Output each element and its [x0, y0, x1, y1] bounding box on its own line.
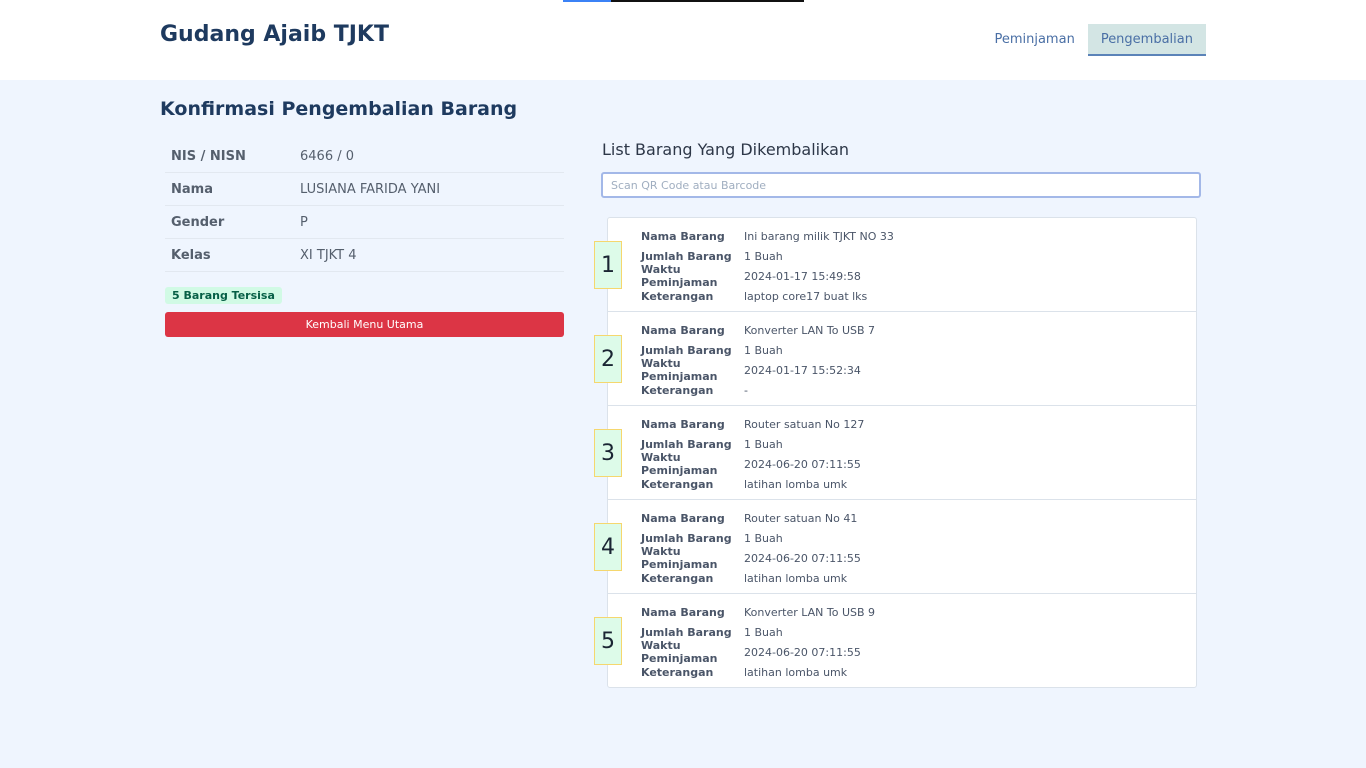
remaining-items-badge: 5 Barang Tersisa — [165, 287, 282, 304]
page-title: Konfirmasi Pengembalian Barang — [160, 98, 518, 120]
field-value: 2024-01-17 15:52:34 — [744, 363, 861, 377]
item-field-name: Nama Barang Ini barang milik TJKT NO 33 — [608, 226, 1196, 246]
nav-peminjaman[interactable]: Peminjaman — [981, 24, 1087, 56]
field-value: Ini barang milik TJKT NO 33 — [744, 229, 894, 243]
top-navbar: Gudang Ajaib TJKT Peminjaman Pengembalia… — [0, 0, 1366, 80]
field-label: Jumlah Barang — [641, 249, 732, 263]
field-label: Keterangan — [641, 665, 714, 679]
info-value: XI TJKT 4 — [300, 247, 357, 263]
field-value: 1 Buah — [744, 625, 783, 639]
field-label: Nama Barang — [641, 511, 725, 525]
field-label: Nama Barang — [641, 417, 725, 431]
list-item: 1 Nama Barang Ini barang milik TJKT NO 33… — [594, 218, 1196, 312]
field-label: Keterangan — [641, 477, 714, 491]
item-field-name: Nama Barang Router satuan No 127 — [608, 414, 1196, 434]
field-value: 1 Buah — [744, 249, 783, 263]
item-field-name: Nama Barang Router satuan No 41 — [608, 508, 1196, 528]
back-to-main-menu-button[interactable]: Kembali Menu Utama — [165, 312, 564, 337]
info-key: Gender — [171, 214, 225, 230]
item-field-note: Keterangan latihan lomba umk — [608, 662, 1196, 682]
info-key: NIS / NISN — [171, 148, 246, 164]
list-item: 2 Nama Barang Konverter LAN To USB 7 Juml… — [594, 312, 1196, 406]
field-value: latihan lomba umk — [744, 477, 848, 491]
info-key: Kelas — [171, 247, 211, 263]
field-value: latihan lomba umk — [744, 665, 848, 679]
returned-list-title: List Barang Yang Dikembalikan — [602, 140, 850, 159]
info-value: 6466 / 0 — [300, 148, 354, 164]
item-number: 2 — [594, 335, 622, 383]
field-value: Router satuan No 41 — [744, 511, 858, 525]
item-field-time: Waktu Peminjaman 2024-01-17 15:52:34 — [608, 357, 1196, 383]
field-label: Jumlah Barang — [641, 625, 732, 639]
info-row-gender: Gender P — [165, 206, 564, 239]
item-field-note: Keterangan latihan lomba umk — [608, 568, 1196, 588]
info-value: P — [300, 214, 308, 230]
field-value: latihan lomba umk — [744, 571, 848, 585]
field-label: Nama Barang — [641, 323, 725, 337]
item-field-time: Waktu Peminjaman 2024-01-17 15:49:58 — [608, 263, 1196, 289]
scan-code-input[interactable] — [601, 172, 1201, 198]
field-label: Waktu Peminjaman — [641, 263, 718, 289]
list-item: 5 Nama Barang Konverter LAN To USB 9 Juml… — [594, 594, 1196, 687]
field-value: 2024-01-17 15:49:58 — [744, 269, 861, 283]
field-label: Waktu Peminjaman — [641, 451, 718, 477]
field-label: Nama Barang — [641, 229, 725, 243]
list-item: 3 Nama Barang Router satuan No 127 Jumlah… — [594, 406, 1196, 500]
field-label: Keterangan — [641, 383, 714, 397]
info-row-kelas: Kelas XI TJKT 4 — [165, 239, 564, 272]
field-value: 2024-06-20 07:11:55 — [744, 551, 861, 565]
student-info-table: NIS / NISN 6466 / 0 Nama LUSIANA FARIDA … — [165, 140, 564, 272]
field-value: laptop core17 buat lks — [744, 289, 868, 303]
item-field-name: Nama Barang Konverter LAN To USB 7 — [608, 320, 1196, 340]
item-field-time: Waktu Peminjaman 2024-06-20 07:11:55 — [608, 451, 1196, 477]
info-row-nis: NIS / NISN 6466 / 0 — [165, 140, 564, 173]
field-value: Konverter LAN To USB 9 — [744, 605, 876, 619]
item-field-note: Keterangan latihan lomba umk — [608, 474, 1196, 494]
returned-items-list: 1 Nama Barang Ini barang milik TJKT NO 33… — [594, 217, 1197, 688]
field-value: 2024-06-20 07:11:55 — [744, 645, 861, 659]
field-label: Jumlah Barang — [641, 437, 732, 451]
nav-pengembalian[interactable]: Pengembalian — [1087, 24, 1206, 56]
field-label: Waktu Peminjaman — [641, 357, 718, 383]
item-number: 3 — [594, 429, 622, 477]
item-number: 1 — [594, 241, 622, 289]
field-label: Jumlah Barang — [641, 531, 732, 545]
loading-progress-bar — [563, 0, 804, 2]
field-value: 1 Buah — [744, 343, 783, 357]
field-label: Nama Barang — [641, 605, 725, 619]
field-value: 1 Buah — [744, 437, 783, 451]
field-value: Konverter LAN To USB 7 — [744, 323, 876, 337]
field-value: 1 Buah — [744, 531, 783, 545]
item-number: 5 — [594, 617, 622, 665]
field-label: Jumlah Barang — [641, 343, 732, 357]
field-label: Keterangan — [641, 571, 714, 585]
app-brand[interactable]: Gudang Ajaib TJKT — [160, 22, 389, 47]
info-value: LUSIANA FARIDA YANI — [300, 181, 441, 197]
field-value: 2024-06-20 07:11:55 — [744, 457, 861, 471]
info-row-nama: Nama LUSIANA FARIDA YANI — [165, 173, 564, 206]
field-value: - — [744, 383, 748, 397]
field-label: Keterangan — [641, 289, 714, 303]
list-item: 4 Nama Barang Router satuan No 41 Jumlah … — [594, 500, 1196, 594]
main-nav: Peminjaman Pengembalian — [981, 24, 1206, 56]
info-key: Nama — [171, 181, 213, 197]
field-label: Waktu Peminjaman — [641, 545, 718, 571]
loading-progress-fill — [563, 0, 612, 2]
item-field-time: Waktu Peminjaman 2024-06-20 07:11:55 — [608, 545, 1196, 571]
field-label: Waktu Peminjaman — [641, 639, 718, 665]
item-field-note: Keterangan - — [608, 380, 1196, 400]
field-value: Router satuan No 127 — [744, 417, 865, 431]
item-field-note: Keterangan laptop core17 buat lks — [608, 286, 1196, 306]
item-field-time: Waktu Peminjaman 2024-06-20 07:11:55 — [608, 639, 1196, 665]
item-number: 4 — [594, 523, 622, 571]
item-field-name: Nama Barang Konverter LAN To USB 9 — [608, 602, 1196, 622]
